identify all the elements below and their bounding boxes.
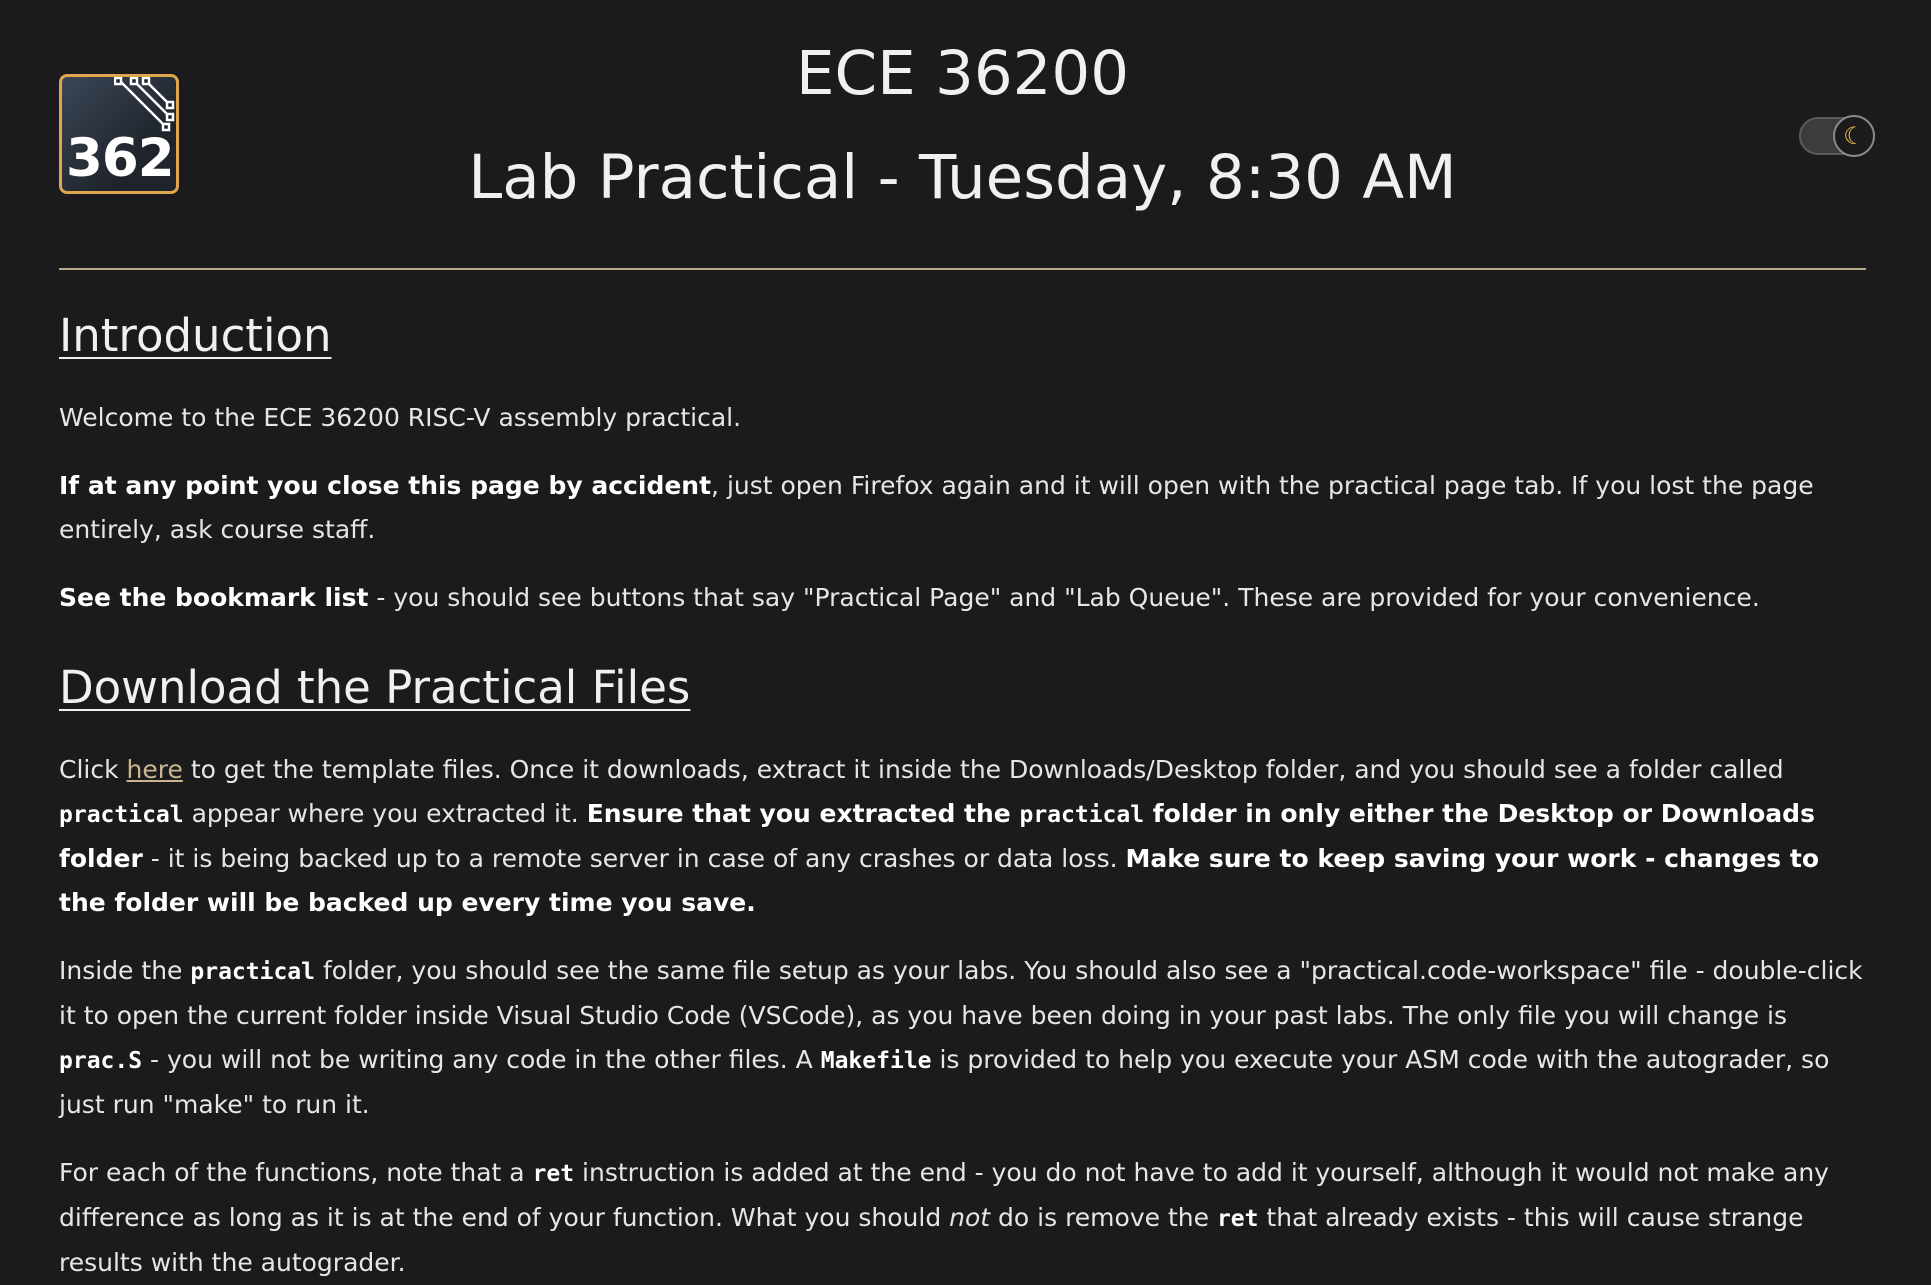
welcome-paragraph: Welcome to the ECE 36200 RISC-V assembly… [59,403,742,432]
text: - you will not be writing any code in th… [142,1045,821,1074]
inline-code: Makefile [820,1048,932,1074]
download-link[interactable]: here [127,755,183,784]
inline-code: prac.S [59,1048,143,1074]
text: do is remove the [990,1203,1217,1232]
moon-icon: ☾ [1833,115,1875,157]
text: Click [59,755,127,784]
bookmark-text: - you should see buttons that say "Pract… [368,583,1760,612]
page-header: 362 ECE 36200 Lab Practical - Tuesday, 8… [59,0,1875,270]
folder-paragraph: Inside the practical folder, you should … [59,949,1866,1127]
text: Ensure that you extracted the [586,799,1020,828]
close-page-bold: If at any point you close this page by a… [59,471,712,500]
inline-code: practical [1019,802,1145,828]
text: For each of the functions, note that a [59,1158,533,1187]
download-heading: Download the Practical Files [59,661,691,714]
download-section: Download the Practical Files Click here … [59,658,1866,1285]
inline-code: ret [532,1161,575,1187]
ret-paragraph: For each of the functions, note that a r… [59,1151,1866,1285]
text: to get the template files. Once it downl… [182,755,1784,784]
bookmark-bold: See the bookmark list [59,583,369,612]
inline-code: ret [1216,1206,1259,1232]
page-title: ECE 36200 [795,38,1130,109]
text: - it is being backed up to a remote serv… [142,844,1126,873]
bookmark-paragraph: See the bookmark list - you should see b… [59,576,1866,620]
inline-code: practical [190,959,315,985]
page-subtitle: Lab Practical - Tuesday, 8:30 AM [468,142,1457,213]
theme-toggle[interactable]: ☾ [1799,115,1875,157]
text: folder, you should see the same file set… [59,956,1863,1030]
emphasis: not [949,1203,991,1232]
introduction-heading: Introduction [59,309,332,362]
inline-code: practical [59,802,184,828]
title-block: ECE 36200 Lab Practical - Tuesday, 8:30 … [59,36,1866,216]
close-page-paragraph: If at any point you close this page by a… [59,464,1866,552]
download-paragraph: Click here to get the template files. On… [59,748,1866,925]
text: Inside the [59,956,191,985]
introduction-section: Introduction Welcome to the ECE 36200 RI… [59,306,1866,620]
page: 362 ECE 36200 Lab Practical - Tuesday, 8… [59,0,1875,1285]
text: appear where you extracted it. [183,799,587,828]
